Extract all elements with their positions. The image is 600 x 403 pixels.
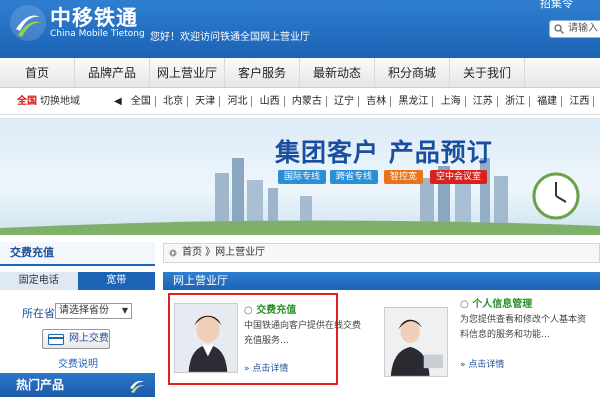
service-details-label: 点击详情 bbox=[252, 364, 289, 374]
double-chevron-icon: » bbox=[244, 364, 250, 374]
service-details-link[interactable]: » 点击详情 bbox=[460, 357, 504, 370]
top-link[interactable]: 招集令 bbox=[540, 0, 573, 11]
service-photo bbox=[174, 303, 238, 373]
province-item[interactable]: 江苏 bbox=[468, 96, 498, 107]
double-chevron-icon: » bbox=[460, 360, 466, 370]
promo-banner[interactable]: 集团客户 产品预订 国际专线 跨省专线 智控宽 空中会议室 bbox=[0, 118, 600, 235]
brand-name-english: China Mobile Tietong bbox=[50, 29, 145, 39]
china-mobile-logo-icon bbox=[130, 380, 145, 393]
switch-region-link[interactable]: 切换地域 bbox=[40, 89, 80, 115]
service-description: 为您提供查看和修改个人基本资料信息的服务和功能… bbox=[460, 315, 587, 340]
province-item[interactable]: 辽宁 bbox=[330, 96, 360, 107]
search-placeholder: 请输入 bbox=[568, 23, 598, 34]
province-item[interactable]: 天津 bbox=[191, 96, 221, 107]
prov-arrow-icon[interactable]: ◀ bbox=[112, 96, 124, 107]
province-select[interactable]: 请选择省份 ▼ bbox=[55, 303, 132, 319]
province-item[interactable]: 全国 bbox=[126, 96, 156, 107]
service-details-label: 点击详情 bbox=[468, 360, 505, 370]
banner-tag-smart-control: 智控宽 bbox=[384, 170, 424, 184]
dropdown-arrow-icon: ▼ bbox=[121, 306, 128, 315]
province-item[interactable]: 山西 bbox=[255, 96, 285, 107]
province-item[interactable]: 上海 bbox=[436, 96, 466, 107]
nav-item-customer-service[interactable]: 客户服务 bbox=[225, 58, 300, 87]
nav-item-about[interactable]: 关于我们 bbox=[450, 58, 525, 87]
province-item[interactable]: 黑龙江 bbox=[394, 96, 434, 107]
service-card-payment[interactable]: ○ 交费充值 中国铁通向客户提供在线交费充值服务… » 点击详情 bbox=[168, 293, 361, 385]
online-hall-section-title: 网上营业厅 bbox=[163, 272, 600, 290]
province-list: ◀ 全国 北京 天津 河北 山西 内蒙古 辽宁 吉林 黑龙江 上海 江苏 浙江 … bbox=[112, 89, 600, 115]
breadcrumb: 首页 》网上营业厅 bbox=[163, 243, 600, 263]
main-nav: 首页 品牌产品 网上营业厅 客户服务 最新动态 积分商城 关于我们 bbox=[0, 58, 600, 88]
payment-tabs: 固定电话 宽带 bbox=[0, 272, 155, 290]
nav-item-online-hall[interactable]: 网上营业厅 bbox=[150, 58, 225, 87]
nav-item-brand-products[interactable]: 品牌产品 bbox=[75, 58, 150, 87]
payment-section-title: 交费充值 bbox=[0, 242, 155, 266]
service-description: 中国铁通向客户提供在线交费充值服务… bbox=[244, 321, 362, 346]
green-bullet-icon: ○ bbox=[460, 299, 469, 310]
hot-products-bar[interactable]: 热门产品 bbox=[0, 373, 155, 397]
service-card-profile[interactable]: ○ 个人信息管理 为您提供查看和修改个人基本资料信息的服务和功能… » 点击详情 bbox=[380, 293, 590, 385]
site-header: 中移铁通 China Mobile Tietong 您好！欢迎访问铁通全国网上营… bbox=[0, 0, 600, 58]
welcome-text: 您好！欢迎访问铁通全国网上营业厅 bbox=[150, 32, 310, 43]
card-icon bbox=[48, 334, 64, 345]
breadcrumb-arrow-icon bbox=[169, 249, 177, 257]
banner-tag-international: 国际专线 bbox=[278, 170, 327, 184]
banner-title: 集团客户 产品预订 bbox=[275, 138, 493, 167]
tab-broadband[interactable]: 宽带 bbox=[77, 272, 155, 290]
province-bar: 全国 切换地域 ◀ 全国 北京 天津 河北 山西 内蒙古 辽宁 吉林 黑龙江 上… bbox=[0, 89, 600, 115]
service-photo bbox=[384, 307, 448, 377]
province-item[interactable]: 江西 bbox=[565, 96, 595, 107]
service-title-text[interactable]: 个人信息管理 bbox=[472, 299, 532, 310]
payment-instructions-link[interactable]: 交费说明 bbox=[58, 355, 98, 370]
service-title: ○ 个人信息管理 bbox=[460, 295, 532, 310]
breadcrumb-text[interactable]: 首页 》网上营业厅 bbox=[182, 247, 265, 258]
province-select-label: 所在省 bbox=[22, 307, 55, 320]
online-pay-button[interactable]: 网上交费 bbox=[42, 329, 110, 349]
hot-products-label: 热门产品 bbox=[16, 378, 65, 392]
banner-tag-air-meeting: 空中会议室 bbox=[430, 170, 488, 184]
service-title: ○ 交费充值 bbox=[244, 301, 296, 316]
online-pay-label: 网上交费 bbox=[69, 333, 109, 344]
province-item[interactable]: 内蒙古 bbox=[287, 96, 327, 107]
china-mobile-logo-icon[interactable] bbox=[8, 3, 48, 43]
green-bullet-icon: ○ bbox=[244, 305, 253, 316]
search-icon[interactable] bbox=[554, 24, 564, 34]
brand-name: 中移铁通 bbox=[50, 6, 138, 30]
province-item[interactable]: 吉林 bbox=[362, 96, 392, 107]
search-input[interactable]: 请输入 bbox=[549, 20, 600, 38]
nav-item-news[interactable]: 最新动态 bbox=[300, 58, 375, 87]
province-item[interactable]: 浙江 bbox=[500, 96, 530, 107]
service-title-text[interactable]: 交费充值 bbox=[256, 305, 296, 316]
tab-landline[interactable]: 固定电话 bbox=[0, 272, 78, 290]
service-details-link[interactable]: » 点击详情 bbox=[244, 361, 288, 374]
nav-item-points-mall[interactable]: 积分商城 bbox=[375, 58, 450, 87]
nav-item-home[interactable]: 首页 bbox=[0, 58, 75, 87]
province-item[interactable]: 河北 bbox=[223, 96, 253, 107]
banner-tag-cross-province: 跨省专线 bbox=[330, 170, 379, 184]
current-region: 全国 bbox=[17, 96, 37, 107]
province-select-value: 请选择省份 bbox=[59, 305, 109, 316]
province-item[interactable]: 北京 bbox=[159, 96, 189, 107]
province-item[interactable]: 福建 bbox=[533, 96, 563, 107]
